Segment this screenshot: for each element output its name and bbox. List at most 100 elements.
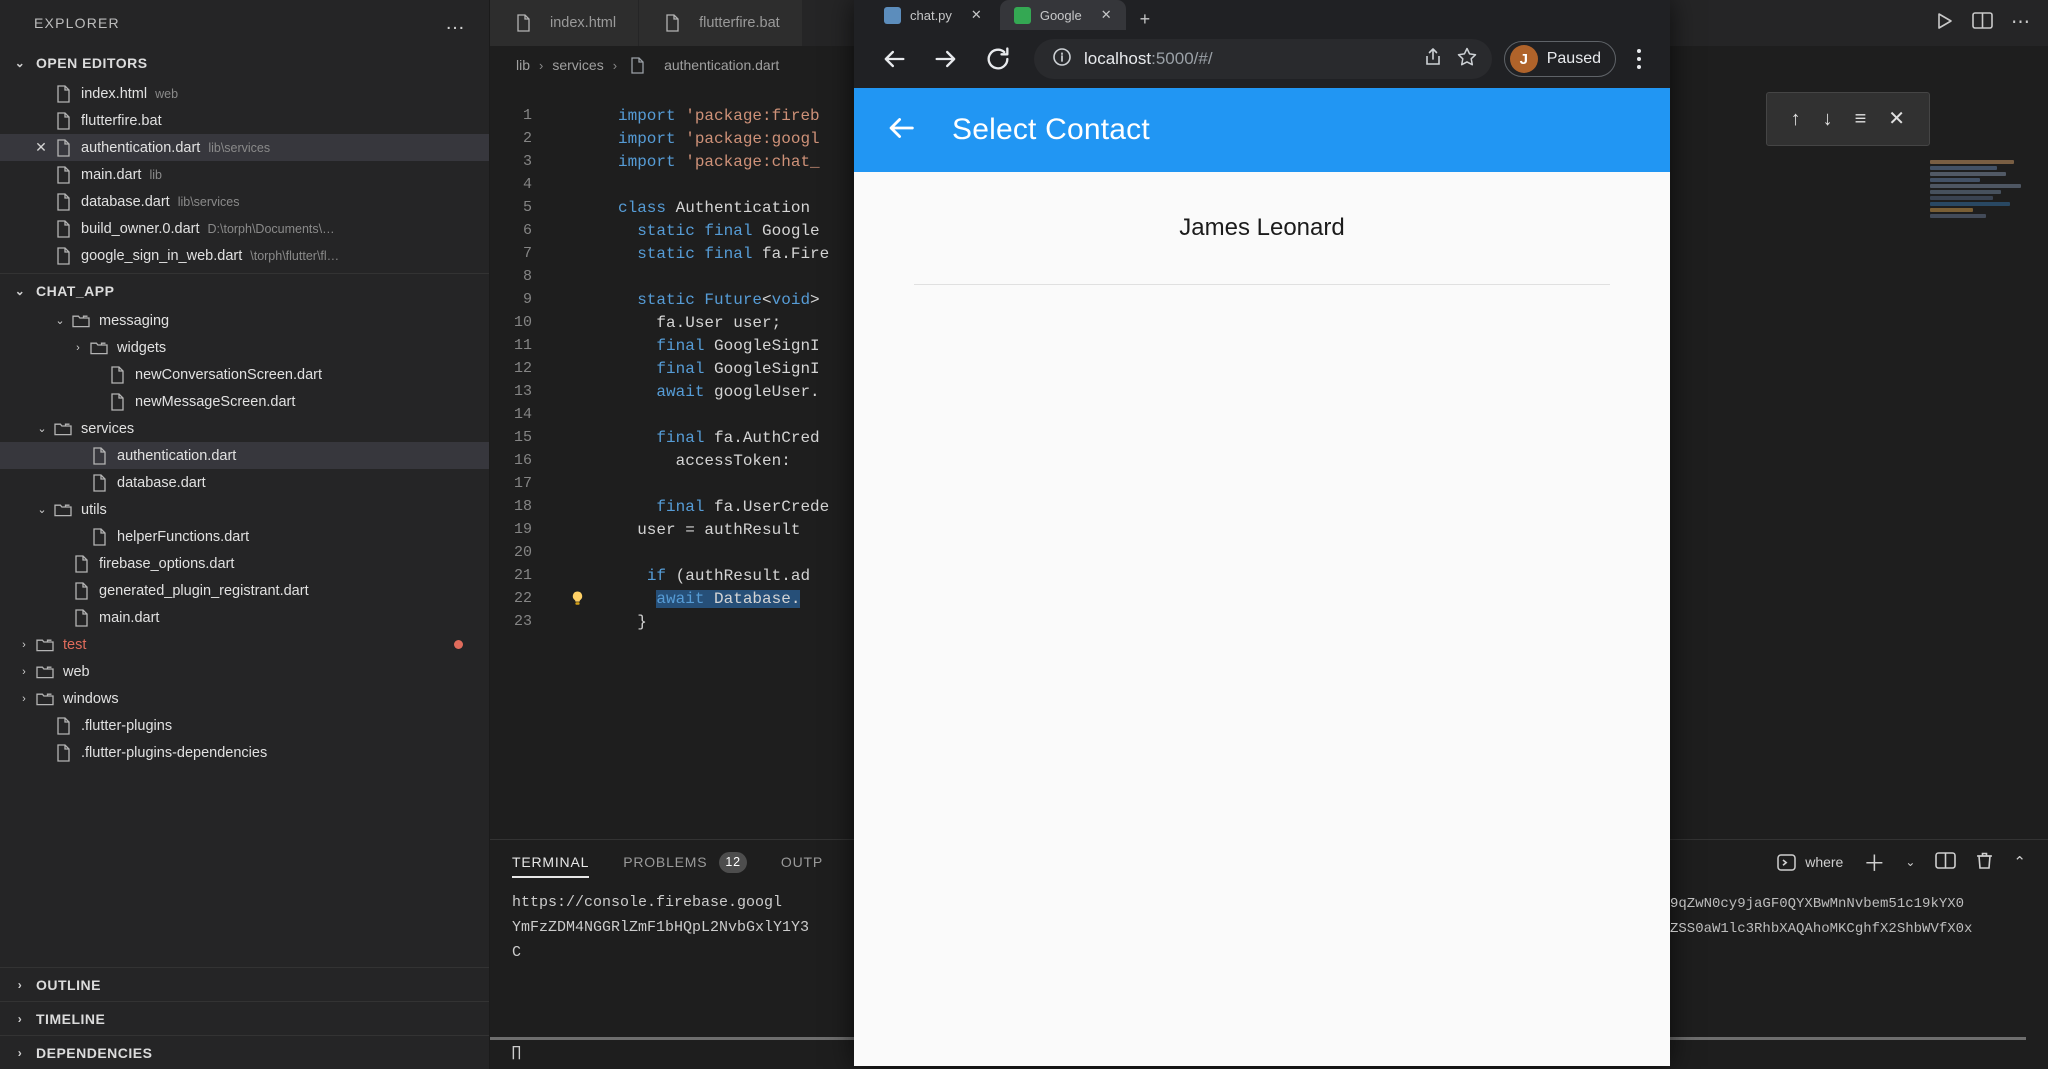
open-editor-name: flutterfire.bat xyxy=(81,112,162,129)
open-editor-name: database.dart xyxy=(81,193,170,210)
open-editor-item[interactable]: index.html web xyxy=(0,80,489,107)
section-dependencies[interactable]: › DEPENDENCIES xyxy=(0,1035,489,1069)
browser-tab[interactable]: chat.py ✕ xyxy=(870,0,996,30)
tree-folder[interactable]: ⌄ services xyxy=(0,415,489,442)
tree-item-label: database.dart xyxy=(117,474,206,491)
line-number: 9 xyxy=(522,291,532,308)
quick-fix-lightbulb-icon[interactable] xyxy=(560,590,594,607)
chevron-right-icon[interactable]: › xyxy=(14,666,34,678)
chevron-right-icon[interactable]: › xyxy=(14,693,34,705)
minimap[interactable] xyxy=(1930,160,2038,252)
editor-tab[interactable]: flutterfire.bat xyxy=(639,0,803,46)
file-icon xyxy=(52,84,74,103)
panel-tab[interactable]: TERMINAL xyxy=(512,840,590,884)
tree-folder[interactable]: ⌄ utils xyxy=(0,496,489,523)
line-number: 8 xyxy=(522,268,532,285)
run-icon[interactable] xyxy=(1934,11,1954,36)
code-text: import 'package:fireb xyxy=(618,106,820,125)
close-icon[interactable]: ✕ xyxy=(30,139,52,156)
profile-status-pill[interactable]: J Paused xyxy=(1503,41,1616,77)
terminal-shell-selector[interactable]: where xyxy=(1777,853,1843,872)
section-chat-app[interactable]: ⌄ CHAT_APP xyxy=(0,273,489,307)
chevron-down-icon[interactable]: ⌄ xyxy=(1905,855,1915,869)
file-icon xyxy=(88,446,110,465)
close-icon[interactable]: ✕ xyxy=(1101,7,1112,23)
share-icon[interactable] xyxy=(1422,46,1444,73)
panel-tab[interactable]: OUTP xyxy=(781,840,823,884)
tree-file[interactable]: firebase_options.dart xyxy=(0,550,489,577)
browser-tab[interactable]: Google ✕ xyxy=(999,0,1126,30)
chevron-down-icon: ⌄ xyxy=(14,56,26,70)
section-open-editors[interactable]: ⌄ OPEN EDITORS xyxy=(0,46,489,80)
bookmark-star-icon[interactable] xyxy=(1456,46,1478,73)
more-icon[interactable]: ⋯ xyxy=(2011,13,2030,32)
file-icon xyxy=(70,554,92,573)
close-icon[interactable]: ✕ xyxy=(971,7,982,23)
address-bar[interactable]: localhost:5000/#/ xyxy=(1034,39,1492,79)
tree-file[interactable]: newConversationScreen.dart xyxy=(0,361,489,388)
open-editor-item[interactable]: ✕ authentication.dart lib\services xyxy=(0,134,489,161)
tree-file[interactable]: main.dart xyxy=(0,604,489,631)
tree-folder[interactable]: › test xyxy=(0,631,489,658)
open-editor-item[interactable]: flutterfire.bat xyxy=(0,107,489,134)
chevron-down-icon[interactable]: ⌄ xyxy=(32,503,52,516)
find-select-all-icon[interactable]: ≡ xyxy=(1855,109,1867,129)
open-editor-item[interactable]: database.dart lib\services xyxy=(0,188,489,215)
editor-tab[interactable]: index.html xyxy=(490,0,640,46)
breadcrumb-segment-file[interactable]: authentication.dart xyxy=(664,57,779,73)
tree-file[interactable]: newMessageScreen.dart xyxy=(0,388,489,415)
tree-file[interactable]: generated_plugin_registrant.dart xyxy=(0,577,489,604)
section-timeline[interactable]: › TIMELINE xyxy=(0,1001,489,1035)
line-number: 10 xyxy=(513,314,532,331)
breadcrumb-segment-services[interactable]: services xyxy=(552,57,603,73)
split-editor-icon[interactable] xyxy=(1972,11,1993,35)
line-number: 23 xyxy=(513,613,532,630)
panel-tab-label: TERMINAL xyxy=(512,854,590,870)
file-icon xyxy=(626,56,648,74)
new-terminal-icon[interactable]: ＋ xyxy=(1863,846,1885,878)
open-editor-item[interactable]: build_owner.0.dart D:\torph\Documents\… xyxy=(0,215,489,242)
folder-icon xyxy=(70,312,92,329)
chevron-right-icon[interactable]: › xyxy=(14,639,34,651)
tree-file[interactable]: .flutter-plugins-dependencies xyxy=(0,739,489,766)
open-editor-name: index.html xyxy=(81,85,148,102)
tree-folder[interactable]: ⌄ messaging xyxy=(0,307,489,334)
tree-file[interactable]: .flutter-plugins xyxy=(0,712,489,739)
tree-file[interactable]: authentication.dart xyxy=(0,442,489,469)
tree-file[interactable]: helperFunctions.dart xyxy=(0,523,489,550)
tree-folder[interactable]: › windows xyxy=(0,685,489,712)
split-terminal-icon[interactable] xyxy=(1935,851,1957,873)
collapse-panel-icon[interactable]: ⌃ xyxy=(2013,853,2026,871)
contact-list-item[interactable]: James Leonard xyxy=(854,172,1670,284)
browser-tab-label: Google xyxy=(1039,7,1082,23)
new-tab-button[interactable]: + xyxy=(1130,9,1161,30)
file-icon xyxy=(88,473,110,492)
browser-tabstrip: chat.py ✕ Google ✕ + xyxy=(854,0,1670,30)
explorer-more-actions-icon[interactable]: … xyxy=(445,13,467,33)
kill-terminal-icon[interactable] xyxy=(1976,851,1993,873)
tree-folder[interactable]: › web xyxy=(0,658,489,685)
breadcrumb-segment-lib[interactable]: lib xyxy=(516,57,530,73)
find-close-icon[interactable]: ✕ xyxy=(1888,109,1905,129)
chevron-right-icon: › xyxy=(17,1045,23,1060)
chevron-down-icon[interactable]: ⌄ xyxy=(32,422,52,435)
line-number: 5 xyxy=(522,199,532,216)
tree-file[interactable]: database.dart xyxy=(0,469,489,496)
chevron-right-icon: › xyxy=(17,1011,23,1026)
chevron-down-icon[interactable]: ⌄ xyxy=(50,314,70,327)
find-previous-icon[interactable]: ↑ xyxy=(1791,109,1801,129)
browser-menu-icon[interactable] xyxy=(1622,49,1656,69)
line-number: 3 xyxy=(522,153,532,170)
open-editor-item[interactable]: google_sign_in_web.dart \torph\flutter\fl… xyxy=(0,242,489,269)
tree-folder[interactable]: › widgets xyxy=(0,334,489,361)
panel-tab[interactable]: PROBLEMS 12 xyxy=(623,840,747,884)
browser-reload-button[interactable] xyxy=(972,33,1024,85)
browser-forward-button[interactable] xyxy=(920,33,972,85)
browser-back-button[interactable] xyxy=(868,33,920,85)
chevron-right-icon[interactable]: › xyxy=(68,342,88,354)
open-editor-item[interactable]: main.dart lib xyxy=(0,161,489,188)
site-info-icon[interactable] xyxy=(1052,47,1072,72)
section-outline[interactable]: › OUTLINE xyxy=(0,967,489,1001)
find-next-icon[interactable]: ↓ xyxy=(1823,109,1833,129)
app-back-button[interactable] xyxy=(884,111,918,150)
